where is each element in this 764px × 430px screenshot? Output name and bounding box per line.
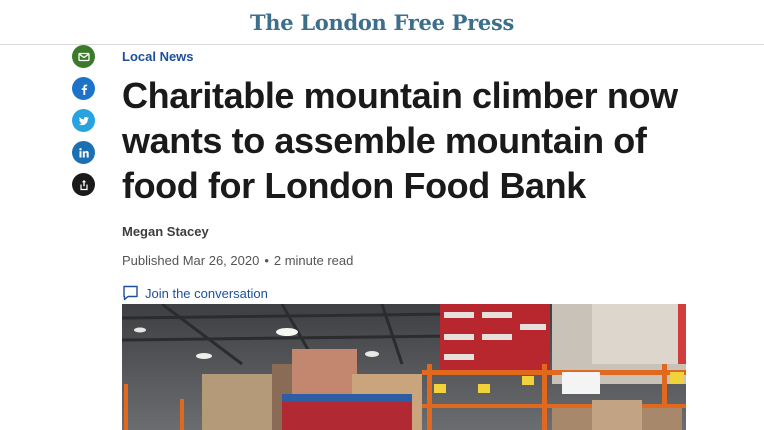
headline: Charitable mountain climber now wants to… (122, 75, 678, 206)
article-photo[interactable] (122, 304, 686, 430)
article-meta: Published Mar 26, 2020 • 2 minute read (122, 253, 722, 268)
masthead-logo[interactable]: The London Free Press (250, 10, 514, 35)
facebook-share-button[interactable] (72, 77, 95, 100)
article-header: Local News Charitable mountain climber n… (122, 49, 722, 301)
email-icon (77, 52, 90, 61)
twitter-share-button[interactable] (72, 109, 95, 132)
email-share-button[interactable] (72, 45, 95, 68)
facebook-icon (81, 84, 87, 95)
meta-separator: • (264, 253, 269, 268)
linkedin-share-button[interactable] (72, 141, 95, 164)
more-share-button[interactable] (72, 173, 95, 196)
site-header: The London Free Press (0, 0, 764, 45)
share-icon (79, 179, 88, 190)
warehouse-image (122, 304, 686, 430)
read-time: 2 minute read (273, 253, 354, 268)
linkedin-icon (78, 147, 89, 157)
twitter-icon (78, 116, 89, 125)
published-date: Published Mar 26, 2020 (122, 253, 260, 268)
join-conversation-link[interactable]: Join the conversation (122, 285, 722, 301)
join-conversation-label: Join the conversation (145, 285, 268, 301)
comment-icon (123, 285, 138, 301)
share-bar (72, 45, 95, 205)
section-label[interactable]: Local News (122, 49, 722, 64)
author-name[interactable]: Megan Stacey (122, 224, 722, 239)
